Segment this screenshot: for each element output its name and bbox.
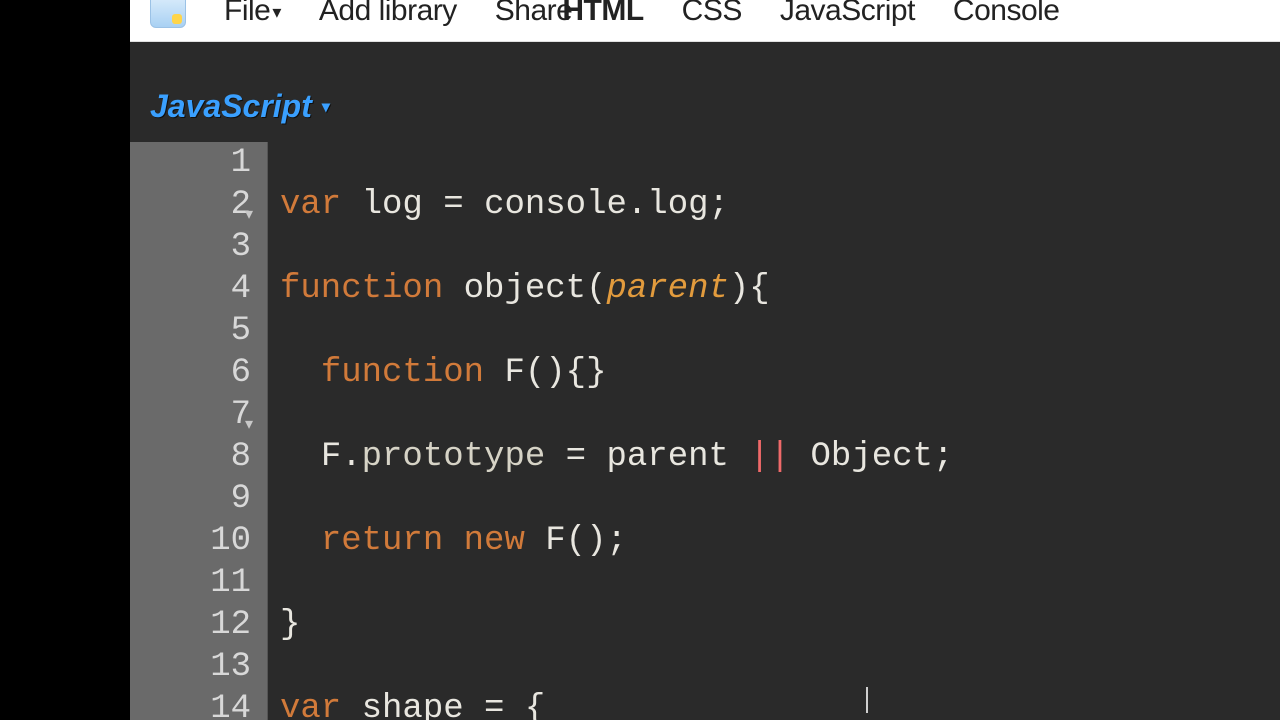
menu-file[interactable]: File▾ — [224, 0, 281, 23]
code-editor[interactable]: JavaScript ▾ 1 2▾ 3 4 5 6 7▾ 8 9 10 11 1… — [130, 42, 1280, 720]
tab-html[interactable]: HTML — [562, 0, 643, 22]
line-number: 9 — [130, 478, 251, 520]
line-number: 10 — [130, 520, 251, 562]
menu-share[interactable]: Share — [495, 0, 573, 22]
language-selector[interactable]: JavaScript ▾ — [150, 88, 330, 125]
line-number: 3 — [130, 226, 251, 268]
jsbin-logo-icon[interactable] — [150, 0, 186, 28]
tab-console[interactable]: Console — [953, 0, 1060, 22]
line-number: 7▾ — [130, 394, 251, 436]
line-number: 5 — [130, 310, 251, 352]
left-black-bar — [0, 0, 130, 720]
tab-javascript[interactable]: JavaScript — [780, 0, 915, 22]
text-cursor-icon — [866, 687, 868, 713]
line-number: 12 — [130, 604, 251, 646]
code-area[interactable]: var log = console.log; function object(p… — [268, 142, 1280, 720]
line-number: 13 — [130, 646, 251, 688]
line-number: 8 — [130, 436, 251, 478]
menu-add-library[interactable]: Add library — [319, 0, 457, 22]
line-number: 11 — [130, 562, 251, 604]
line-number: 1 — [130, 142, 251, 184]
chevron-down-icon: ▾ — [322, 97, 330, 117]
line-number: 6 — [130, 352, 251, 394]
line-gutter: 1 2▾ 3 4 5 6 7▾ 8 9 10 11 12 13 14 — [130, 142, 268, 720]
tab-css[interactable]: CSS — [682, 0, 742, 22]
language-label: JavaScript — [150, 88, 312, 125]
toolbar: File▾ Add library Share HTML CSS JavaScr… — [130, 0, 1280, 42]
line-number: 2▾ — [130, 184, 251, 226]
line-number: 14 — [130, 688, 251, 720]
chevron-down-icon: ▾ — [270, 2, 281, 22]
line-number: 4 — [130, 268, 251, 310]
